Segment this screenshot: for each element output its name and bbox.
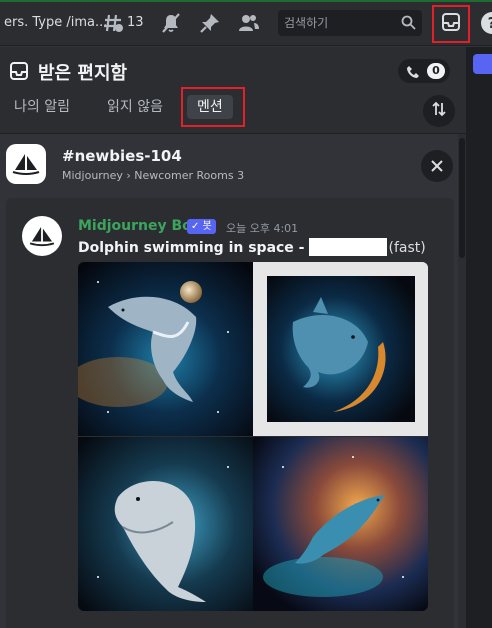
message-author[interactable]: Midjourney Bot: [78, 218, 198, 234]
scroll-thumb[interactable]: [459, 138, 465, 258]
mention-phone-icon: [406, 64, 420, 83]
mention-count-badge[interactable]: 0: [398, 59, 450, 83]
threads-icon[interactable]: [102, 12, 124, 34]
bot-badge: ✓ 봇: [187, 219, 216, 234]
inbox-header: 받은 편지함 0 나의 알림 읽지 않음 멘션: [0, 47, 466, 133]
help-icon[interactable]: ?: [481, 12, 492, 34]
image-grid[interactable]: [78, 262, 428, 611]
message-text: Dolphin swimming in space - (fast): [78, 238, 426, 256]
channel-row[interactable]: #newbies-104 Midjourney › Newcomer Rooms…: [0, 134, 466, 196]
message-card[interactable]: Midjourney Bot ✓ 봇 오늘 오후 4:01 Dolphin sw…: [6, 198, 454, 628]
inbox-button[interactable]: [432, 5, 470, 43]
chat-bubble-indicator[interactable]: [473, 54, 492, 74]
message-timestamp: 오늘 오후 4:01: [226, 222, 299, 235]
inbox-icon: [440, 11, 462, 37]
pin-icon[interactable]: [199, 12, 221, 34]
inbox-title: 받은 편지함: [38, 63, 128, 84]
mute-icon[interactable]: [160, 12, 182, 34]
members-icon[interactable]: [238, 12, 260, 34]
inbox-panel: 받은 편지함 0 나의 알림 읽지 않음 멘션 #newbies-104 Mid…: [0, 47, 466, 628]
scrollbar[interactable]: [458, 134, 466, 628]
server-icon[interactable]: [6, 144, 46, 184]
channel-header: ers. Type /ima... 13 ?: [0, 0, 492, 46]
filter-icon: [431, 101, 447, 121]
search-icon: [401, 15, 416, 34]
dolphin-image-2[interactable]: [253, 262, 428, 436]
dolphin-image-4[interactable]: [253, 437, 428, 611]
tab-unread[interactable]: 읽지 않음: [107, 95, 163, 119]
message-suffix: (fast): [388, 240, 426, 256]
dolphin-image-3[interactable]: [78, 437, 253, 611]
tab-my-notifications[interactable]: 나의 알림: [14, 95, 70, 119]
threads-count: 13: [127, 15, 144, 30]
search-box[interactable]: [278, 10, 422, 36]
redacted-block: [308, 238, 387, 256]
filter-button[interactable]: [423, 95, 455, 127]
mention-count-number: 0: [427, 63, 445, 79]
mentions-tab-highlight-box: [181, 87, 245, 127]
close-icon: [431, 160, 443, 172]
channel-name[interactable]: #newbies-104: [62, 147, 182, 165]
avatar[interactable]: [22, 216, 62, 256]
channel-name-text: newbies-104: [74, 147, 182, 165]
channel-topic-text: ers. Type /ima...: [4, 15, 108, 30]
boat-logo-icon: [12, 154, 40, 175]
channel-path: Midjourney › Newcomer Rooms 3: [62, 169, 245, 182]
header-accent-line: [0, 0, 492, 2]
inbox-list: #newbies-104 Midjourney › Newcomer Rooms…: [0, 133, 466, 628]
search-input[interactable]: [284, 13, 394, 33]
inbox-small-icon: [9, 61, 29, 85]
dolphin-image-1[interactable]: [78, 262, 253, 436]
message-prompt: Dolphin swimming in space -: [78, 240, 305, 256]
close-button[interactable]: [421, 150, 453, 182]
right-side-strip: [466, 47, 492, 628]
